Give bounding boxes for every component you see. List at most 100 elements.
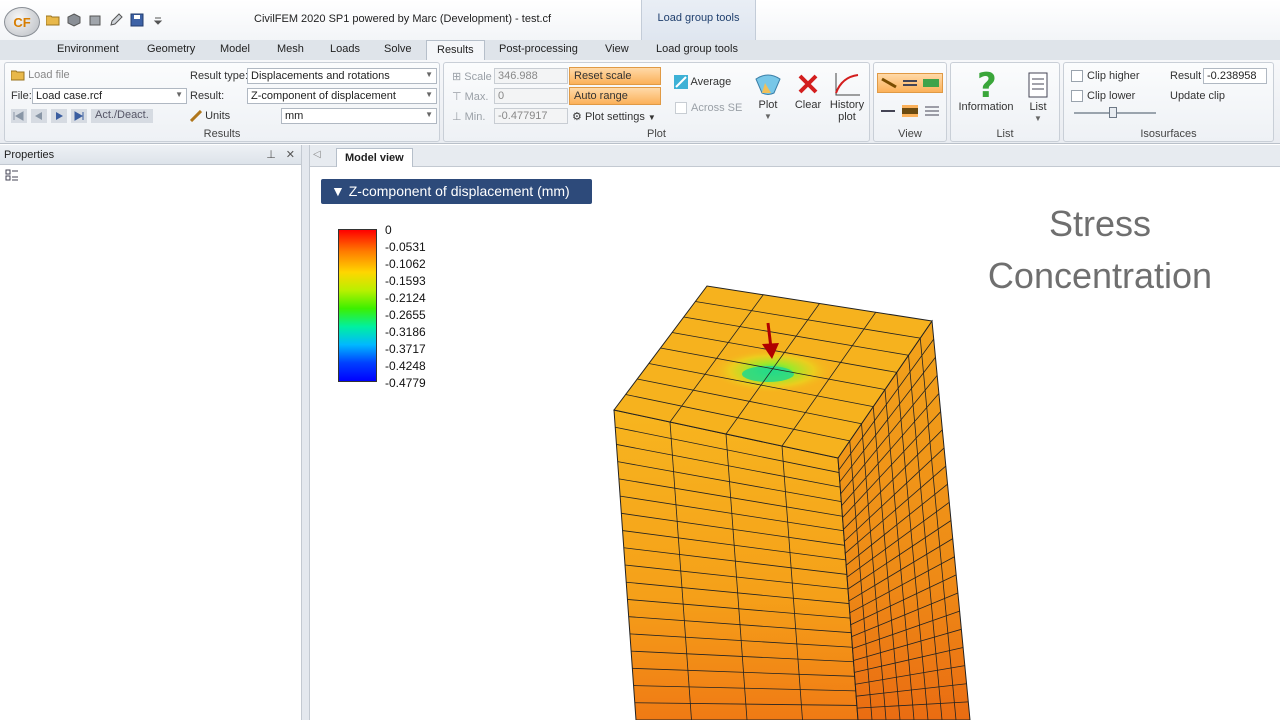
- auto-range-button[interactable]: Auto range: [569, 87, 661, 105]
- categorized-view-icon[interactable]: [5, 168, 296, 182]
- edit-icon[interactable]: [107, 12, 124, 28]
- ruler-icon: [190, 110, 202, 123]
- results-group: Load file File: Load case.rcf ▼ Act./Deac…: [4, 62, 440, 142]
- min-label: ⊥ Min.: [452, 111, 486, 123]
- min-icon: ⊥: [452, 111, 465, 123]
- file-combo[interactable]: Load case.rcf ▼: [32, 88, 187, 104]
- units-combo[interactable]: mm ▼: [281, 108, 437, 124]
- save-icon[interactable]: [128, 12, 145, 28]
- tab-mesh[interactable]: Mesh: [277, 43, 304, 55]
- quick-access-toolbar: [44, 12, 166, 28]
- tab-load-group-tools[interactable]: Load group tools: [656, 43, 738, 55]
- annotation-line-2: Concentration: [987, 255, 1213, 296]
- chevron-down-icon: ▼: [425, 90, 433, 99]
- result-combo[interactable]: Z-component of displacement ▼: [247, 88, 437, 104]
- tab-view[interactable]: View: [605, 43, 629, 55]
- reset-scale-button[interactable]: Reset scale: [569, 67, 661, 85]
- chevron-down-icon: ▼: [1034, 114, 1042, 123]
- line-view-icon[interactable]: [880, 105, 896, 117]
- max-field[interactable]: 0: [494, 88, 568, 104]
- scale-label: ⊞ Scale: [452, 71, 492, 83]
- close-icon[interactable]: ✕: [286, 148, 295, 161]
- view-group-label: View: [898, 128, 922, 140]
- scale-field[interactable]: 346.988: [494, 68, 568, 84]
- isosurfaces-group: Clip higher Clip lower Result -0.238958 …: [1063, 62, 1274, 142]
- result-label: Result:: [190, 90, 225, 102]
- tab-environment[interactable]: Environment: [57, 43, 119, 55]
- isosurfaces-group-label: Isosurfaces: [1140, 128, 1197, 140]
- list-view-icon[interactable]: [924, 105, 940, 117]
- pane-splitter[interactable]: [302, 145, 310, 720]
- information-button[interactable]: ? Information: [955, 67, 1017, 113]
- result-label: Result: [1170, 70, 1202, 82]
- tab-geometry[interactable]: Geometry: [147, 43, 195, 55]
- shaded-view-icon[interactable]: [880, 77, 897, 89]
- surface-view-icon[interactable]: [902, 105, 918, 117]
- load-file-button[interactable]: Load file: [11, 69, 70, 81]
- tab-post-processing[interactable]: Post-processing: [499, 43, 578, 55]
- list-icon: [1028, 72, 1048, 98]
- average-toggle[interactable]: Average: [674, 75, 731, 89]
- history-plot-icon: [835, 73, 860, 96]
- scroll-left-icon[interactable]: ◁: [313, 149, 321, 160]
- tab-model[interactable]: Model: [220, 43, 250, 55]
- chevron-down-icon: ▼: [425, 110, 433, 119]
- annotation-line-1: Stress: [1048, 203, 1152, 244]
- isosurface-result-field[interactable]: -0.238958: [1203, 68, 1267, 84]
- close-icon: [798, 74, 818, 94]
- list-button[interactable]: List ▼: [1021, 67, 1055, 125]
- view-group: View: [873, 62, 947, 142]
- app-logo[interactable]: CF: [4, 7, 40, 37]
- ribbon: Load file File: Load case.rcf ▼ Act./Deac…: [0, 60, 1280, 144]
- gear-icon: ⚙: [572, 111, 582, 123]
- cube-icon[interactable]: [65, 12, 82, 28]
- tab-loads[interactable]: Loads: [330, 43, 360, 55]
- last-frame-icon[interactable]: [71, 109, 87, 123]
- results-group-label: Results: [203, 128, 241, 140]
- context-tab-header: Load group tools: [641, 0, 756, 40]
- wireframe-view-icon[interactable]: [902, 77, 918, 89]
- document-tab-strip: ◁ Model view: [310, 145, 1280, 167]
- open-folder-icon[interactable]: [44, 12, 61, 28]
- update-clip-button[interactable]: Update clip: [1170, 90, 1225, 102]
- act-deact-button[interactable]: Act./Deact.: [91, 109, 153, 123]
- box-icon[interactable]: [86, 12, 103, 28]
- pin-icon[interactable]: ⊥: [266, 148, 276, 161]
- tab-model-view[interactable]: Model view: [336, 148, 413, 167]
- properties-pane-header: Properties ⊥ ✕: [0, 145, 301, 165]
- result-type-combo[interactable]: Displacements and rotations ▼: [247, 68, 437, 84]
- list-group: ? Information List ▼ List: [950, 62, 1060, 142]
- customize-qat-icon[interactable]: [149, 12, 166, 28]
- view-style-buttons-top: [877, 73, 943, 93]
- play-icon[interactable]: [51, 109, 67, 123]
- tab-solve[interactable]: Solve: [384, 43, 412, 55]
- across-se-checkbox[interactable]: [675, 102, 687, 114]
- annotation-text: Stress Concentration: [975, 198, 1225, 302]
- properties-toolbar: [0, 165, 301, 185]
- units-label: Units: [190, 110, 230, 123]
- properties-pane: Properties ⊥ ✕: [0, 145, 302, 720]
- plot-settings-button[interactable]: ⚙ Plot settings ▼: [572, 110, 656, 123]
- chevron-down-icon: ▼: [175, 90, 183, 99]
- first-frame-icon[interactable]: [11, 109, 27, 123]
- window-title: CivilFEM 2020 SP1 powered by Marc (Devel…: [254, 13, 552, 25]
- clip-higher-checkbox[interactable]: [1071, 70, 1083, 82]
- folder-icon: [11, 70, 25, 81]
- title-bar: CF CivilFEM 2020 SP1 powered by Marc (De…: [0, 0, 1280, 40]
- properties-title: Properties: [4, 149, 55, 161]
- across-se-label: Across SE: [691, 102, 743, 114]
- result-type-label: Result type:: [190, 70, 249, 82]
- history-plot-button[interactable]: History plot: [827, 69, 867, 123]
- clip-lower-checkbox[interactable]: [1071, 90, 1083, 102]
- chevron-down-icon: ▼: [647, 113, 656, 122]
- colored-view-icon[interactable]: [923, 77, 940, 89]
- previous-frame-icon[interactable]: [31, 109, 47, 123]
- playback-controls: Act./Deact.: [11, 109, 153, 123]
- model-viewport[interactable]: ▼ Z-component of displacement (mm) 0 -0.…: [310, 168, 1280, 720]
- plot-button[interactable]: Plot ▼: [749, 69, 787, 123]
- min-field[interactable]: -0.477917: [494, 108, 568, 124]
- clip-slider-handle[interactable]: [1109, 107, 1117, 118]
- chevron-down-icon: ▼: [764, 112, 772, 121]
- clear-button[interactable]: Clear: [791, 69, 825, 111]
- tab-results[interactable]: Results: [426, 40, 485, 61]
